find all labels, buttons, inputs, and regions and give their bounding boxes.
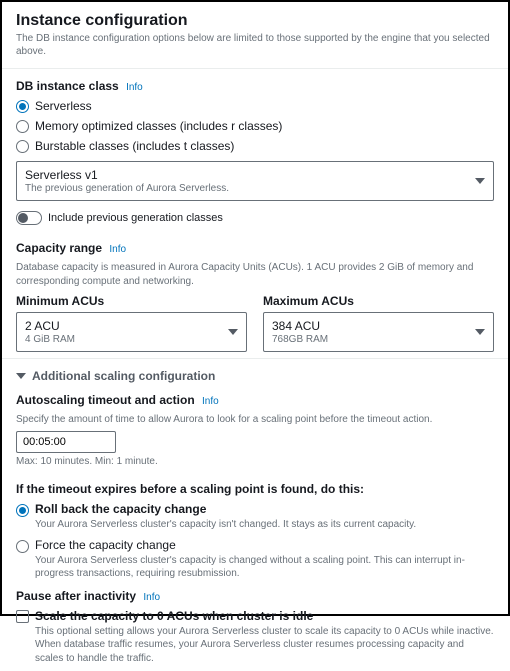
radio-burstable[interactable]: Burstable classes (includes t classes) [16,139,494,153]
panel-header: Instance configuration The DB instance c… [2,2,508,69]
page-title: Instance configuration [16,12,494,30]
min-acu-select[interactable]: 2 ACU 4 GiB RAM [16,312,247,352]
autoscaling-label: Autoscaling timeout and action Info [16,393,494,407]
radio-icon [16,100,29,113]
select-value: Serverless v1 [25,168,467,182]
max-acu-select[interactable]: 384 ACU 768GB RAM [263,312,494,352]
autoscaling-desc: Specify the amount of time to allow Auro… [16,413,494,427]
expand-label: Additional scaling configuration [32,369,215,383]
checkbox-icon [16,610,29,623]
radio-icon [16,120,29,133]
db-instance-class-label: DB instance class Info [16,79,494,93]
chevron-down-icon [16,373,26,379]
radio-memory-optimized[interactable]: Memory optimized classes (includes r cla… [16,119,494,133]
select-value: 2 ACU [25,319,220,333]
capacity-range-label: Capacity range Info [16,241,494,255]
scale-to-zero-checkbox[interactable]: Scale the capacity to 0 ACUs when cluste… [16,609,494,666]
pause-label: Pause after inactivity Info [16,589,494,603]
instance-class-radio-group: Serverless Memory optimized classes (inc… [16,99,494,153]
radio-label: Burstable classes (includes t classes) [35,139,234,153]
capacity-desc: Database capacity is measured in Aurora … [16,261,494,288]
radio-serverless[interactable]: Serverless [16,99,494,113]
radio-desc: Your Aurora Serverless cluster's capacit… [35,518,416,532]
radio-label: Roll back the capacity change [35,502,416,516]
radio-rollback[interactable]: Roll back the capacity change Your Auror… [16,502,494,532]
chevron-down-icon [475,178,485,184]
radio-icon [16,140,29,153]
db-instance-class-info-link[interactable]: Info [126,82,143,93]
chevron-down-icon [475,329,485,335]
autoscaling-hint: Max: 10 minutes. Min: 1 minute. [16,455,494,469]
include-previous-toggle[interactable]: Include previous generation classes [16,211,494,225]
capacity-info-link[interactable]: Info [109,244,126,255]
radio-desc: Your Aurora Serverless cluster's capacit… [35,554,494,581]
page-subtitle: The DB instance configuration options be… [16,32,494,58]
select-hint: 4 GiB RAM [25,334,220,345]
toggle-icon [16,211,42,225]
select-hint: 768GB RAM [272,334,467,345]
timeout-heading: If the timeout expires before a scaling … [16,482,494,496]
autoscaling-timeout-input[interactable] [16,431,116,453]
chevron-down-icon [228,329,238,335]
generation-select[interactable]: Serverless v1 The previous generation of… [16,161,494,201]
radio-label: Force the capacity change [35,538,494,552]
toggle-label: Include previous generation classes [48,212,223,224]
min-acu-label: Minimum ACUs [16,294,247,308]
pause-info-link[interactable]: Info [143,592,160,603]
select-value: 384 ACU [272,319,467,333]
checkbox-desc: This optional setting allows your Aurora… [35,625,494,666]
radio-label: Serverless [35,99,92,113]
radio-force[interactable]: Force the capacity change Your Aurora Se… [16,538,494,581]
radio-icon [16,540,29,553]
autoscaling-info-link[interactable]: Info [202,396,219,407]
max-acu-label: Maximum ACUs [263,294,494,308]
radio-label: Memory optimized classes (includes r cla… [35,119,282,133]
additional-scaling-expand[interactable]: Additional scaling configuration [16,369,494,383]
select-hint: The previous generation of Aurora Server… [25,183,467,194]
radio-icon [16,504,29,517]
